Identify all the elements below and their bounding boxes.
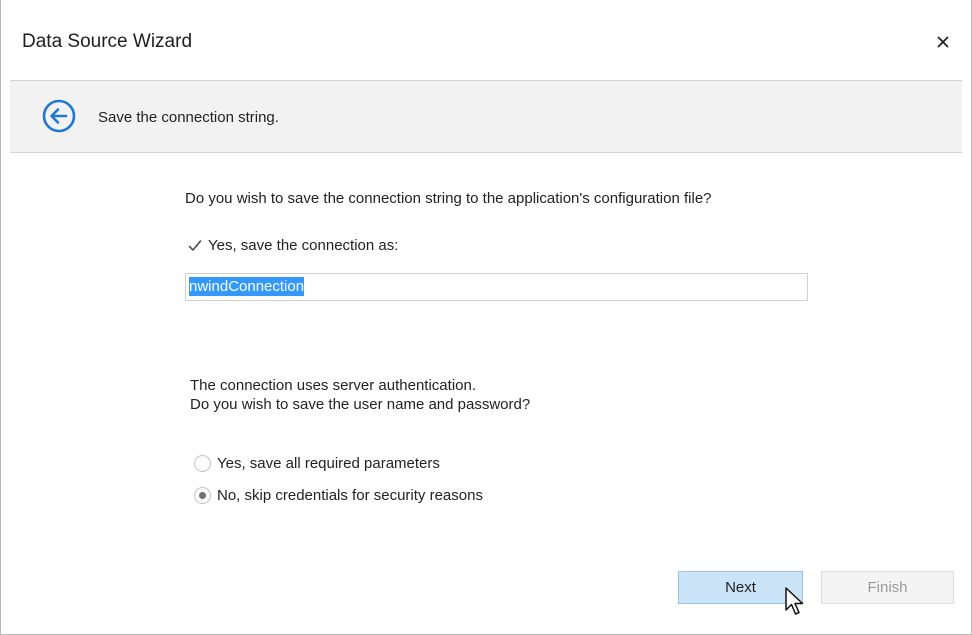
back-button[interactable] (41, 98, 77, 134)
title-bar: Data Source Wizard (1, 0, 971, 80)
connection-name-value: nwindConnection (189, 277, 305, 296)
auth-info: The connection uses server authenticatio… (190, 376, 530, 414)
radio-save-credentials-label: Yes, save all required parameters (217, 455, 440, 472)
save-connection-label: Yes, save the connection as: (208, 237, 399, 254)
save-connection-checkbox[interactable]: Yes, save the connection as: (187, 237, 398, 254)
radio-dot (199, 492, 206, 499)
radio-selected-icon (194, 487, 211, 504)
close-icon (937, 36, 949, 48)
radio-skip-credentials-label: No, skip credentials for security reason… (217, 487, 483, 504)
radio-skip-credentials[interactable]: No, skip credentials for security reason… (194, 487, 483, 504)
page-title: Save the connection string. (98, 109, 279, 126)
auth-info-line-2: Do you wish to save the user name and pa… (190, 396, 531, 413)
save-question: Do you wish to save the connection strin… (185, 190, 712, 207)
finish-button[interactable]: Finish (821, 571, 954, 604)
wizard-content: Do you wish to save the connection strin… (10, 153, 962, 634)
window-title: Data Source Wizard (22, 31, 193, 52)
wizard-header: Save the connection string. (10, 80, 962, 153)
checkmark-icon (187, 238, 203, 254)
radio-unselected-icon (194, 455, 211, 472)
auth-info-line-1: The connection uses server authenticatio… (190, 377, 477, 394)
radio-save-credentials[interactable]: Yes, save all required parameters (194, 455, 440, 472)
connection-name-input[interactable]: nwindConnection (185, 273, 808, 301)
arrow-left-circle-icon (42, 99, 76, 133)
wizard-window: Data Source Wizard Save the connection s… (0, 0, 972, 635)
next-button[interactable]: Next (678, 571, 803, 604)
close-button[interactable] (929, 28, 957, 56)
